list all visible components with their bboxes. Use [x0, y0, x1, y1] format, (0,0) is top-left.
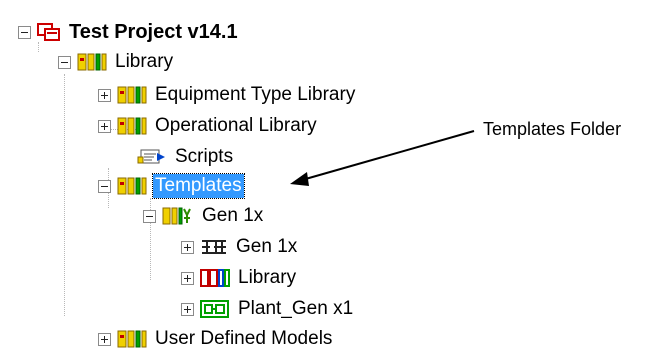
- expand-toggle[interactable]: [98, 332, 111, 346]
- collapse-toggle[interactable]: [98, 179, 111, 193]
- library-icon: [77, 52, 107, 72]
- tree-node-operational-library[interactable]: Operational Library: [98, 112, 319, 140]
- project-icon: [37, 23, 61, 41]
- tree-node-type-library[interactable]: Library: [181, 264, 298, 292]
- tree-node-label: Operational Library: [155, 115, 317, 136]
- tree-node-label: Library: [238, 267, 297, 288]
- library-icon: [117, 116, 147, 136]
- tree-node-label: Gen 1x: [202, 205, 264, 226]
- tree-node-root[interactable]: Test Project v14.1: [18, 18, 240, 46]
- tree-node-user-defined-models[interactable]: User Defined Models: [98, 325, 334, 353]
- tree-node-scripts[interactable]: Scripts: [118, 143, 235, 171]
- expand-toggle[interactable]: [181, 302, 194, 316]
- tree-node-label: Gen 1x: [236, 236, 298, 257]
- collapse-toggle[interactable]: [58, 55, 71, 69]
- tree-node-library[interactable]: Library: [58, 48, 175, 76]
- expand-toggle[interactable]: [98, 88, 111, 102]
- tree-node-gen-1x[interactable]: Gen 1x: [181, 233, 299, 261]
- template-icon: [162, 206, 194, 226]
- tree-node-templates[interactable]: Templates: [98, 172, 245, 200]
- tree-node-label: Library: [115, 51, 174, 72]
- collapse-toggle[interactable]: [143, 209, 156, 223]
- tree-node-label: Equipment Type Library: [155, 84, 356, 105]
- library-icon: [117, 176, 147, 196]
- annotation-text: Templates Folder: [483, 119, 622, 139]
- graphic-icon: [200, 237, 228, 257]
- tree-node-label: Plant_Gen x1: [238, 298, 354, 319]
- tree-node-label: Test Project v14.1: [69, 21, 238, 43]
- tree-node-gen-1x-template[interactable]: Gen 1x: [143, 202, 265, 230]
- no-toggle: [118, 151, 131, 164]
- expand-toggle[interactable]: [181, 240, 194, 254]
- tree-node-label: User Defined Models: [155, 328, 333, 349]
- tree-node-plant-gen-x1[interactable]: Plant_Gen x1: [181, 295, 355, 323]
- tree-node-label: Scripts: [175, 146, 234, 167]
- expand-toggle[interactable]: [98, 119, 111, 133]
- project-tree: Test Project v14.1 Library Equipment Typ…: [0, 0, 657, 356]
- tree-guide-line: [64, 74, 65, 316]
- library-icon: [117, 85, 147, 105]
- type-library-icon: [200, 268, 230, 288]
- expand-toggle[interactable]: [181, 271, 194, 285]
- collapse-toggle[interactable]: [18, 25, 31, 39]
- scripts-icon: [137, 147, 167, 167]
- plant-icon: [200, 299, 230, 319]
- tree-node-label: Templates: [152, 173, 245, 199]
- tree-node-equipment-type-library[interactable]: Equipment Type Library: [98, 81, 357, 109]
- library-icon: [117, 329, 147, 349]
